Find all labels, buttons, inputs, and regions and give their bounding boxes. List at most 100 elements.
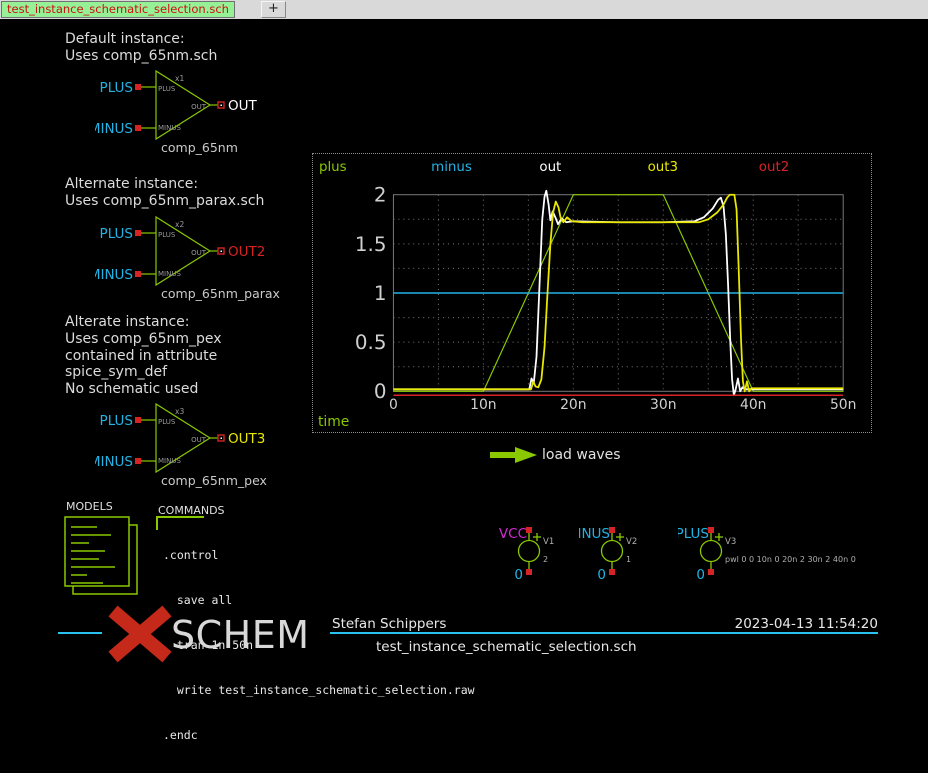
pin-dot — [221, 251, 223, 253]
tab-bar: test_instance_schematic_selection.sch + — [0, 0, 928, 19]
sheet-filename: test_instance_schematic_selection.sch — [376, 639, 637, 655]
voltage-source-v3[interactable]: PLUS 0 V3 pwl 0 0 10n 0 20n 2 30n 2 40n 0 — [678, 523, 918, 583]
pin-name-minus: MINUS — [158, 124, 181, 132]
heading-line: Alterate instance: — [65, 314, 222, 331]
command-line: .control — [163, 548, 475, 563]
symbol-name: comp_65nm_parax — [161, 286, 280, 301]
heading-line: Alternate instance: — [65, 176, 264, 193]
title-block-line-left — [58, 632, 102, 634]
x-tick-label: 10n — [470, 397, 496, 413]
net-label-plus: PLUS — [100, 80, 133, 96]
legend-out: out — [539, 160, 561, 175]
pin-square — [135, 271, 141, 277]
ground-label: 0 — [696, 567, 705, 583]
pin-name-out: OUT — [191, 436, 207, 444]
xschem-window: { "colors": { "green": "#8ac800", "cyan"… — [0, 0, 928, 665]
source-net-label: VCC — [499, 526, 527, 542]
net-label-minus: MINUS — [95, 121, 133, 137]
pin-square — [609, 527, 615, 533]
pin-square — [526, 527, 532, 533]
pin-square — [135, 458, 141, 464]
ground-label: 0 — [597, 567, 606, 583]
source-value: pwl 0 0 10n 0 20n 2 30n 2 40n 0 — [725, 555, 856, 564]
source-circle — [701, 541, 722, 562]
heading-line: Uses comp_65nm_pex — [65, 331, 222, 348]
heading-line: No schematic used — [65, 381, 222, 398]
heading-line: contained in attribute — [65, 348, 222, 365]
pin-dot — [221, 438, 223, 440]
legend-plus: plus — [319, 160, 347, 175]
pin-square — [135, 417, 141, 423]
instance-designator: x1 — [175, 74, 184, 83]
source-designator: V3 — [725, 537, 736, 547]
heading-default-instance: Default instance: Uses comp_65nm.sch — [65, 31, 217, 65]
pin-square — [135, 125, 141, 131]
author-name: Stefan Schippers — [332, 616, 446, 632]
ground-label: 0 — [514, 567, 523, 583]
source-circle — [602, 541, 623, 562]
y-tick-label: 1 — [374, 282, 387, 305]
source-net-label: PLUS — [678, 526, 709, 542]
pin-square — [708, 569, 714, 575]
commands-block[interactable]: COMMANDS .control save all tran 1n 50n w… — [150, 500, 500, 600]
pin-dot — [221, 105, 223, 107]
x-axis-label: time — [318, 414, 349, 430]
xschem-logo-x — [103, 605, 177, 663]
y-tick-label: 0.5 — [355, 331, 387, 354]
pin-square — [135, 84, 141, 90]
heading-line: Uses comp_65nm.sch — [65, 48, 217, 65]
comparator-instance-x2[interactable]: PLUSMINUSPLUSMINUSOUTx2OUT2comp_65nm_par… — [95, 212, 305, 304]
heading-line: spice_sym_def — [65, 364, 222, 381]
y-tick-label: 1.5 — [355, 233, 387, 256]
net-label-out: OUT3 — [228, 431, 265, 447]
symbol-name: comp_65nm — [161, 140, 238, 155]
pin-name-out: OUT — [191, 249, 207, 257]
timestamp: 2023-04-13 11:54:20 — [690, 616, 878, 632]
net-label-minus: MINUS — [95, 454, 133, 470]
x-tick-label: 20n — [560, 397, 586, 413]
y-tick-label: 0 — [374, 380, 387, 403]
legend-out2: out2 — [759, 160, 789, 175]
source-net-label: MINUS — [579, 526, 610, 542]
launcher-arrow-icon — [490, 446, 540, 464]
pin-square — [708, 527, 714, 533]
heading-alternate-instance: Alternate instance: Uses comp_65nm_parax… — [65, 176, 264, 210]
new-tab-button[interactable]: + — [261, 1, 286, 18]
load-waves-launcher[interactable]: load waves — [490, 444, 650, 464]
source-circle — [519, 541, 540, 562]
pin-square — [526, 569, 532, 575]
title-block-underline — [330, 632, 878, 634]
x-tick-label: 30n — [650, 397, 676, 413]
source-value: 1 — [626, 555, 631, 564]
waveform-graph[interactable]: 00.511.52010n20n30n40n50nplusminusoutout… — [312, 153, 872, 433]
comparator-instance-x1[interactable]: PLUS MINUS PLUS MINUS OUT x1 OUT comp_65nm — [95, 66, 305, 158]
net-label-out: OUT2 — [228, 244, 265, 260]
command-line: write test_instance_schematic_selection.… — [163, 683, 475, 698]
pin-name-plus: PLUS — [158, 418, 176, 426]
legend-minus: minus — [431, 160, 472, 175]
waveform-plot: 00.511.52010n20n30n40n50nplusminusoutout… — [313, 154, 871, 432]
pin-name-out: OUT — [191, 103, 207, 111]
pin-name-minus: MINUS — [158, 270, 181, 278]
source-designator: V2 — [626, 537, 637, 547]
net-label-plus: PLUS — [100, 413, 133, 429]
command-line: .endc — [163, 728, 475, 743]
source-value: 2 — [543, 555, 548, 564]
net-label-minus: MINUS — [95, 267, 133, 283]
net-label-out: OUT — [228, 98, 258, 114]
load-waves-label: load waves — [542, 447, 621, 463]
pin-square — [135, 230, 141, 236]
xschem-logo-text: SCHEM — [171, 613, 310, 657]
heading-line: Default instance: — [65, 31, 217, 48]
comparator-instance-x3[interactable]: PLUS MINUS PLUS MINUS OUT x3 OUT3 comp_65nm_pex — [95, 399, 305, 491]
symbol-name: comp_65nm_pex — [161, 473, 267, 488]
instance-designator: x2 — [175, 220, 184, 229]
command-line: save all — [163, 593, 475, 608]
pin-name-plus: PLUS — [158, 85, 176, 93]
models-icon[interactable] — [63, 512, 143, 598]
x-tick-label: 0 — [389, 397, 398, 413]
instance-designator: x3 — [175, 407, 184, 416]
pin-name-minus: MINUS — [158, 457, 181, 465]
tab-schematic[interactable]: test_instance_schematic_selection.sch — [1, 1, 235, 18]
heading-line: Uses comp_65nm_parax.sch — [65, 193, 264, 210]
